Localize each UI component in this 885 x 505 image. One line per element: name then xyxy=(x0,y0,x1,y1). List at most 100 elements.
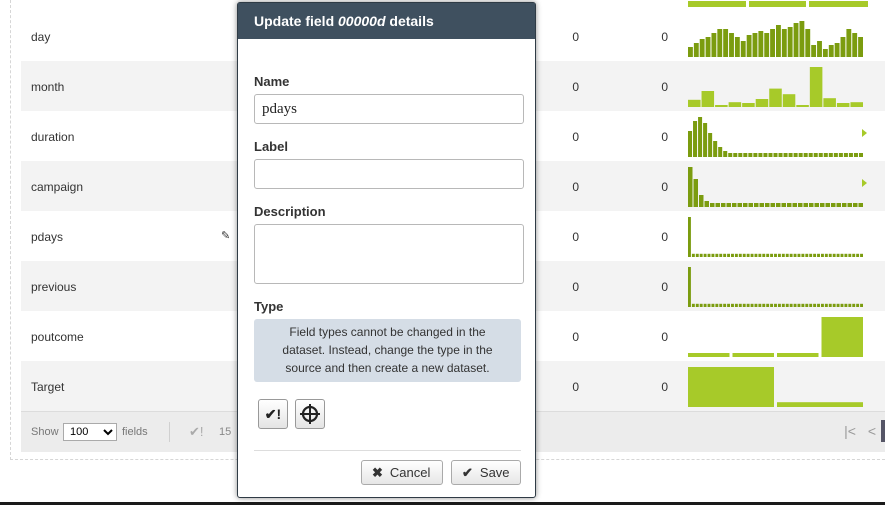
histogram-bar xyxy=(734,37,740,57)
histogram-bar xyxy=(701,91,715,107)
save-label: Save xyxy=(479,465,510,480)
histogram-bar xyxy=(754,203,759,207)
histogram-bar xyxy=(828,153,833,157)
histogram-bar xyxy=(728,102,742,107)
histogram-bar xyxy=(715,303,719,307)
prev-page-icon[interactable]: < xyxy=(861,420,883,442)
histogram-bar xyxy=(781,203,786,207)
histogram-bar xyxy=(738,303,742,307)
histogram-bar xyxy=(742,303,746,307)
histogram-bar xyxy=(834,43,840,57)
pencil-icon[interactable]: ✎ xyxy=(221,229,233,242)
dialog-title: Update field 00000d details xyxy=(238,3,535,39)
histogram-bar xyxy=(693,121,698,157)
histogram-bar xyxy=(688,353,730,357)
histogram-bar xyxy=(711,253,715,257)
type-info-line-3: source and then create a new dataset. xyxy=(285,361,490,375)
histogram-bar xyxy=(848,153,853,157)
histogram[interactable] xyxy=(688,315,868,357)
histogram-bar xyxy=(733,153,738,157)
histogram-bar xyxy=(693,43,699,57)
crosshair-button[interactable] xyxy=(295,399,325,429)
pager-next-edge[interactable] xyxy=(881,420,885,442)
histogram[interactable] xyxy=(688,215,868,257)
histogram-bar xyxy=(803,203,808,207)
histogram-bar xyxy=(703,303,707,307)
cell-value: 0 xyxy=(572,380,579,394)
cell-value: 0 xyxy=(572,30,579,44)
histogram[interactable] xyxy=(688,265,868,307)
histogram-bar xyxy=(846,29,852,57)
histogram-bar xyxy=(711,303,715,307)
histogram-bar xyxy=(707,253,711,257)
check-exclamation-icon[interactable]: ✔! xyxy=(189,424,204,440)
histogram-bar xyxy=(799,21,805,57)
histogram[interactable] xyxy=(688,165,868,207)
histogram-bar xyxy=(789,253,793,257)
histogram-bar xyxy=(809,303,813,307)
histogram-bar xyxy=(787,203,792,207)
histogram[interactable] xyxy=(688,115,868,157)
histogram-bar xyxy=(715,253,719,257)
histogram-bar xyxy=(770,29,775,57)
more-arrow-icon[interactable] xyxy=(862,129,867,137)
histogram-bar xyxy=(809,203,814,207)
histogram-bar xyxy=(813,303,817,307)
more-arrow-icon[interactable] xyxy=(862,179,867,187)
histogram-bar xyxy=(844,253,848,257)
histogram-bar xyxy=(719,253,723,257)
histogram-bar xyxy=(727,253,731,257)
histogram[interactable] xyxy=(688,15,868,57)
histogram-bar xyxy=(788,153,793,157)
histogram[interactable] xyxy=(688,365,868,407)
histogram-bar xyxy=(850,102,863,107)
description-textarea[interactable] xyxy=(254,224,524,284)
histogram-bar xyxy=(715,203,720,207)
save-button[interactable]: ✔ Save xyxy=(451,460,521,485)
field-count: 15 xyxy=(219,426,232,438)
histogram-bar xyxy=(713,141,718,157)
histogram-bar xyxy=(844,303,848,307)
title-suffix: details xyxy=(389,13,434,29)
histogram-bar xyxy=(743,153,748,157)
histogram-bar xyxy=(738,253,742,257)
histogram-bar xyxy=(858,153,863,157)
histogram-bar xyxy=(852,253,856,257)
histogram-bar xyxy=(695,253,699,257)
name-input[interactable] xyxy=(254,94,524,124)
histogram-bar xyxy=(766,253,770,257)
histogram-bar xyxy=(698,117,703,157)
histogram-bar xyxy=(833,153,838,157)
histogram-bar xyxy=(820,303,824,307)
cancel-button[interactable]: ✖ Cancel xyxy=(361,460,443,485)
histogram-bar xyxy=(738,153,743,157)
field-name: pdays xyxy=(31,230,64,244)
page-size-select[interactable]: 102550100 xyxy=(63,423,117,441)
histogram-bar xyxy=(742,253,746,257)
histogram-bar xyxy=(766,303,770,307)
histogram-bar xyxy=(838,153,843,157)
histogram-bar xyxy=(707,303,711,307)
histogram-bar xyxy=(776,203,781,207)
label-input[interactable] xyxy=(254,159,524,189)
histogram-bar xyxy=(820,253,824,257)
histogram-bar xyxy=(688,367,774,407)
histogram-bar xyxy=(793,253,797,257)
cancel-label: Cancel xyxy=(389,465,431,480)
cell-value: 0 xyxy=(572,230,579,244)
histogram-bar xyxy=(699,303,703,307)
histogram-bar xyxy=(704,201,709,207)
label-label: Label xyxy=(254,139,288,154)
histogram[interactable] xyxy=(688,65,868,107)
histogram-bar xyxy=(770,253,774,257)
histogram-bar xyxy=(695,303,699,307)
check-exclamation-button[interactable]: ✔! xyxy=(258,399,288,429)
first-page-icon[interactable]: |< xyxy=(839,420,861,442)
footer-divider xyxy=(169,422,170,442)
histogram-bar xyxy=(746,35,752,57)
cell-value: 0 xyxy=(661,30,668,44)
histogram-bar xyxy=(773,153,778,157)
histogram-bar xyxy=(823,98,836,107)
type-info-line-2: dataset. Instead, change the type in the xyxy=(282,343,493,357)
dialog-divider xyxy=(254,450,521,451)
